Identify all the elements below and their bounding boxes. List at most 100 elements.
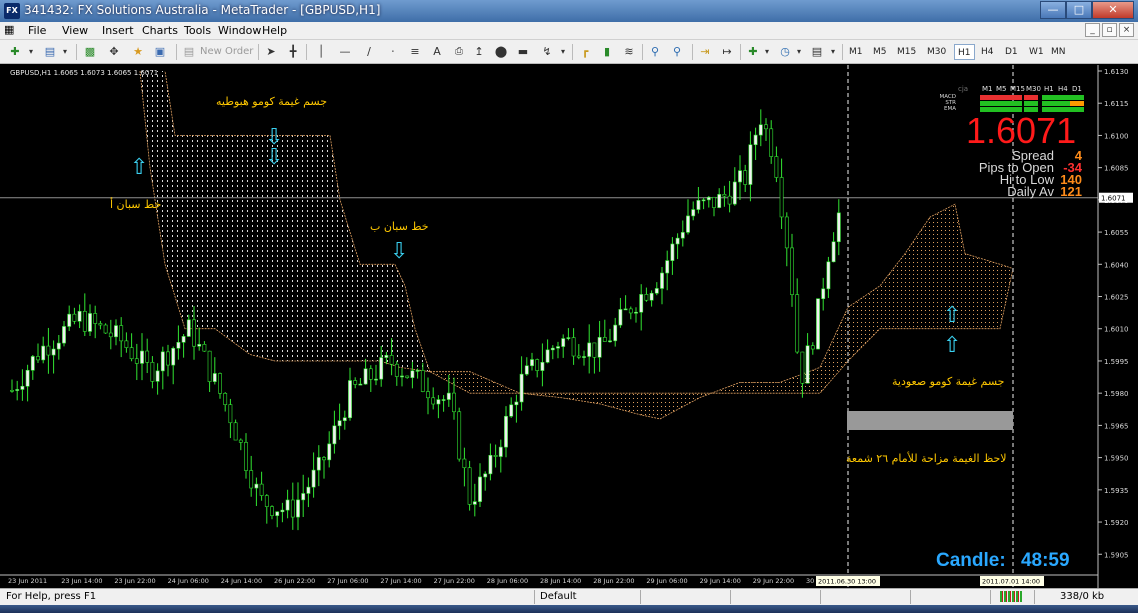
candle-bear <box>722 194 727 197</box>
text-tool-icon[interactable]: A <box>430 43 444 61</box>
x-highlight-label: 2011.06.30 13:00 <box>818 578 876 586</box>
menu-charts[interactable]: Charts <box>142 24 178 37</box>
candle-bull <box>623 308 628 311</box>
x-tick-label: 23 Jun 22:00 <box>114 577 155 585</box>
new-order-button[interactable]: New Order <box>200 43 254 61</box>
candle-bull <box>498 446 503 457</box>
timeframe-h4[interactable]: H4 <box>978 44 997 60</box>
x-tick-label: 23 Jun 2011 <box>8 577 47 585</box>
menu-file[interactable]: File <box>28 24 46 37</box>
arrow-up-icon: ⇧ <box>130 155 149 180</box>
candlestick-icon[interactable]: ▮ <box>598 43 616 61</box>
line-chart-icon[interactable]: ≋ <box>620 43 638 61</box>
timeframe-mn[interactable]: MN <box>1048 44 1069 60</box>
timeframe-m5[interactable]: M5 <box>870 44 890 60</box>
periods-clock-icon[interactable]: ◷ <box>776 43 794 61</box>
dropdown-arrow-icon[interactable]: ▾ <box>794 43 804 61</box>
timeframe-w1[interactable]: W1 <box>1026 44 1047 60</box>
candle-bear <box>150 362 155 382</box>
menu-insert[interactable]: Insert <box>102 24 134 37</box>
channel-icon[interactable]: ⋅ <box>384 43 402 61</box>
y-tick-label: 1.5995 <box>1104 358 1129 366</box>
trendline-icon[interactable]: ∕ <box>360 43 378 61</box>
menu-view[interactable]: View <box>62 24 88 37</box>
dropdown-arrow-icon[interactable]: ▾ <box>558 43 568 61</box>
terminal-icon[interactable]: ★ <box>128 43 148 61</box>
profiles-icon[interactable]: ▤ <box>40 43 60 61</box>
menu-tools[interactable]: Tools <box>184 24 211 37</box>
candle-bull <box>545 349 550 363</box>
candle-bull <box>348 380 352 419</box>
arrows-tool-icon[interactable]: ↯ <box>536 43 558 61</box>
rectangle-icon[interactable]: ▬ <box>514 43 532 61</box>
candle-bull <box>285 499 290 511</box>
new-order-icon[interactable]: ▤ <box>180 43 198 61</box>
timeframe-m1[interactable]: M1 <box>846 44 866 60</box>
price-chart[interactable]: 1.61301.61151.61001.60851.60701.60551.60… <box>0 65 1138 588</box>
horizontal-line-icon[interactable]: — <box>336 43 354 61</box>
chart-doc-icon[interactable]: ▦ <box>4 23 18 37</box>
ellipse-icon[interactable]: ⬤ <box>492 43 510 61</box>
crosshair-icon[interactable]: ╋ <box>284 43 302 61</box>
candle-bull <box>561 338 566 347</box>
candle-bull <box>654 288 659 294</box>
dropdown-arrow-icon[interactable]: ▾ <box>26 43 36 61</box>
candle-bull <box>327 443 332 461</box>
candle-bull <box>30 356 35 371</box>
menu-window[interactable]: Window <box>218 24 261 37</box>
timeframe-h1[interactable]: H1 <box>954 44 975 60</box>
mdi-close-icon[interactable]: × <box>1119 23 1134 37</box>
y-tick-label: 1.5920 <box>1104 519 1129 527</box>
templates-icon[interactable]: ▤ <box>808 43 826 61</box>
indicators-icon[interactable]: ✚ <box>744 43 762 61</box>
timeframe-m30[interactable]: M30 <box>924 44 949 60</box>
bar-chart-icon[interactable]: ┏ <box>576 43 594 61</box>
new-chart-icon[interactable]: ✚ <box>4 43 26 61</box>
candle-bear <box>462 458 467 469</box>
market-watch-icon[interactable]: ▩ <box>80 43 100 61</box>
timeframe-m15[interactable]: M15 <box>894 44 919 60</box>
auto-scroll-icon[interactable]: ⇥ <box>696 43 714 61</box>
candle-bear <box>420 370 425 392</box>
candle-bear <box>800 351 805 384</box>
mdi-restore-icon[interactable]: ▫ <box>1102 23 1117 37</box>
timeframe-d1[interactable]: D1 <box>1002 44 1021 60</box>
candle-bull <box>524 365 529 375</box>
panel-cell <box>1008 101 1022 106</box>
arrow-up-icon: ⇧ <box>943 303 962 328</box>
dropdown-arrow-icon[interactable]: ▾ <box>60 43 70 61</box>
dropdown-arrow-icon[interactable]: ▾ <box>828 43 838 61</box>
candle-bear <box>602 337 607 342</box>
mdi-minimize-icon[interactable]: _ <box>1085 23 1100 37</box>
maximize-icon[interactable]: □ <box>1066 1 1092 19</box>
panel-cell <box>994 101 1008 106</box>
x-tick-label: 27 Jun 06:00 <box>327 577 368 585</box>
zoom-out-icon[interactable]: ⚲ <box>668 43 686 61</box>
minimize-icon[interactable]: — <box>1040 1 1066 19</box>
panel-cell <box>1056 101 1070 106</box>
zoom-in-icon[interactable]: ⚲ <box>646 43 664 61</box>
chart-shift-icon[interactable]: ↦ <box>718 43 736 61</box>
candle-bear <box>426 391 430 399</box>
text-label-icon[interactable]: ⎙ <box>450 43 468 61</box>
candle-bear <box>368 368 373 380</box>
candle-bear <box>103 324 108 334</box>
menu-help[interactable]: Help <box>262 24 287 37</box>
candle-bull <box>332 425 337 445</box>
cursor-icon[interactable]: ➤ <box>262 43 280 61</box>
arrow-tool-icon[interactable]: ↥ <box>470 43 488 61</box>
panel-header-label: cja <box>958 85 969 93</box>
candle-bear <box>192 319 196 347</box>
fibonacci-icon[interactable]: ≡ <box>406 43 424 61</box>
dropdown-arrow-icon[interactable]: ▾ <box>762 43 772 61</box>
strategy-tester-icon[interactable]: ▣ <box>150 43 170 61</box>
candle-bear <box>322 457 326 461</box>
close-icon[interactable]: ✕ <box>1092 1 1134 19</box>
candle-bear <box>93 313 98 324</box>
y-tick-label: 1.6025 <box>1104 294 1129 302</box>
candle-bull <box>805 345 810 384</box>
panel-cell <box>980 95 994 100</box>
vertical-line-icon[interactable]: │ <box>312 43 330 61</box>
candle-bull <box>446 392 451 400</box>
navigator-icon[interactable]: ✥ <box>104 43 124 61</box>
